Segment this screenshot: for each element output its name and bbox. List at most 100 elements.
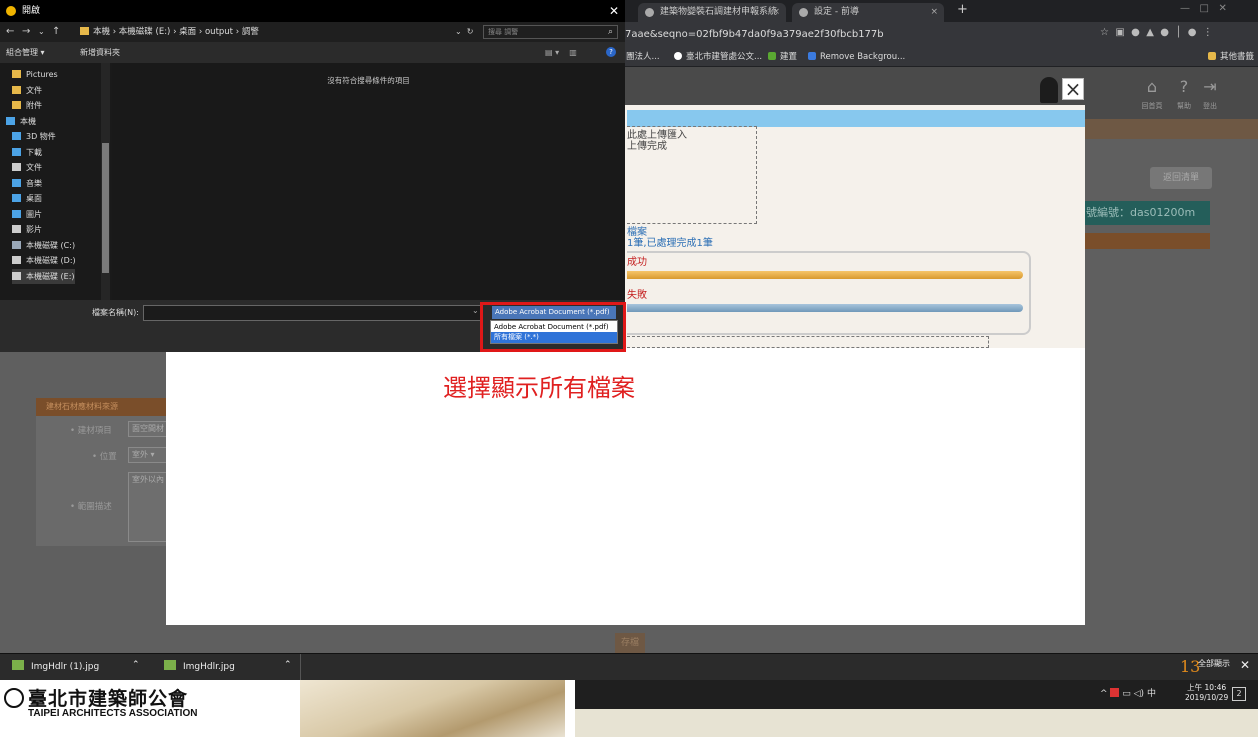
- bookmark-icon: [808, 52, 816, 60]
- tree-item[interactable]: 本機磁碟 (E:): [12, 268, 75, 284]
- bookmark-item[interactable]: 臺北市建管處公文...: [674, 50, 762, 64]
- organize-menu[interactable]: 組合管理 ▾: [6, 42, 45, 63]
- file-list[interactable]: 沒有符合搜尋條件的項目: [112, 63, 625, 300]
- download-menu-icon[interactable]: ⌃: [132, 660, 140, 670]
- logout-label: 登出: [1203, 102, 1217, 110]
- folder-icon: [12, 178, 21, 187]
- tree-scrollbar[interactable]: [101, 63, 110, 300]
- clock[interactable]: 上午 10:46 2019/10/29: [1185, 683, 1228, 703]
- item-input[interactable]: 面空間材: [128, 421, 168, 437]
- view-toggle-icon[interactable]: ▤ ▾ ▥: [545, 42, 587, 63]
- filename-label: 檔案名稱(N):: [92, 308, 139, 317]
- bookmark-item[interactable]: 建置: [768, 50, 797, 64]
- save-button[interactable]: 存檔: [615, 633, 645, 653]
- filename-input[interactable]: [143, 305, 483, 321]
- tab-close-icon[interactable]: ×: [930, 3, 938, 22]
- upload-done-text: 上傳完成: [627, 141, 667, 152]
- path-dropdown-icon[interactable]: ⌄ ↻: [455, 22, 474, 42]
- tree-item[interactable]: 文件: [12, 160, 42, 175]
- tree-item[interactable]: 圖片: [12, 207, 42, 222]
- back-to-list-button[interactable]: 返回清單: [1150, 167, 1212, 189]
- org-name-chinese: 臺北市建築師公會: [28, 688, 189, 710]
- form-area: • 建材項目 面空間材 • 位置 室外 ▾ 室外以內 • 範圍描述: [36, 416, 168, 546]
- modal-close-button[interactable]: ×: [1062, 78, 1084, 100]
- new-folder-button[interactable]: 新增資料夾: [80, 42, 120, 63]
- downloads-bar: ImgHdlr (1).jpg ⌃ ImgHdlr.jpg ⌃ 13 全部顯示 …: [0, 653, 1258, 681]
- tree-item[interactable]: 影片: [12, 222, 42, 237]
- field-label-range: • 範圍描述: [70, 502, 112, 512]
- window-controls[interactable]: — □ ✕: [1180, 3, 1227, 14]
- notification-icon[interactable]: 2: [1232, 687, 1246, 701]
- tab-close-icon[interactable]: ×: [772, 3, 780, 22]
- dialog-address-bar: ← → ⌄ ↑ 本機 › 本機磁碟 (E:) › 桌面 › output › 調…: [0, 22, 625, 42]
- tree-item[interactable]: 本機磁碟 (D:): [12, 253, 76, 268]
- file-list-box: [627, 336, 989, 348]
- folder-icon: [12, 225, 21, 233]
- dialog-search-input[interactable]: 搜尋 調警: [483, 25, 618, 39]
- close-icon[interactable]: ✕: [1240, 658, 1250, 672]
- folder-icon: [12, 147, 21, 156]
- tree-item[interactable]: Pictures: [12, 67, 58, 82]
- tree-item[interactable]: 3D 物件: [12, 129, 56, 144]
- home-icon[interactable]: ⌂: [1140, 77, 1164, 96]
- tree-item[interactable]: 桌面: [12, 191, 42, 206]
- tree-item[interactable]: 下載: [12, 145, 42, 160]
- drop-zone-hint: 此處上傳匯入: [627, 130, 687, 141]
- org-name-english: TAIPEI ARCHITECTS ASSOCIATION: [28, 708, 198, 719]
- bookmark-item[interactable]: Remove Backgrou...: [808, 50, 905, 64]
- tab-building-materials[interactable]: 建築物變裝石調建材申報系統 ×: [638, 3, 786, 22]
- fail-progress-bar: [627, 304, 1023, 312]
- chevron-down-icon[interactable]: ⌄: [472, 306, 479, 315]
- folder-icon: [12, 240, 21, 249]
- range-textarea[interactable]: 室外以內: [128, 472, 168, 542]
- tab-settings[interactable]: 設定 - 前導 ×: [792, 3, 944, 22]
- divider: [300, 654, 301, 681]
- logout-icon[interactable]: ⇥: [1198, 77, 1222, 96]
- browser-extension-icons[interactable]: ☆ ▣ ● ▲ ● │ ● ⋮: [1100, 27, 1213, 38]
- footer-banner: 臺北市建築師公會 TAIPEI ARCHITECTS ASSOCIATION: [0, 680, 575, 737]
- breadcrumb[interactable]: 本機 › 本機磁碟 (E:) › 桌面 › output › 調警: [80, 22, 259, 42]
- home-label: 回首頁: [1141, 102, 1163, 110]
- folder-icon: [12, 194, 21, 202]
- folder-icon: [12, 163, 21, 171]
- history-chevron-icon[interactable]: ⌄: [38, 22, 45, 42]
- open-file-dialog: 開啟 ✕ ← → ⌄ ↑ 本機 › 本機磁碟 (E:) › 桌面 › outpu…: [0, 0, 625, 352]
- forward-arrow-icon[interactable]: →: [22, 22, 30, 42]
- tree-item[interactable]: 本機磁碟 (C:): [12, 238, 75, 253]
- bookmark-icon: [768, 52, 776, 60]
- tree-item[interactable]: 附件: [12, 98, 42, 113]
- tree-item[interactable]: 本機: [6, 114, 36, 129]
- folder-icon: [12, 132, 21, 140]
- screen: 建築物變裝石調建材申報系統 × 設定 - 前導 × + — □ ✕ 7aae&s…: [0, 0, 1258, 737]
- dialog-close-button[interactable]: ✕: [609, 0, 619, 22]
- help-icon[interactable]: ?: [606, 47, 616, 57]
- section-header: [1082, 233, 1210, 249]
- show-all-button[interactable]: 全部顯示: [1198, 658, 1230, 669]
- files-status: 1筆,已處理完成1筆: [627, 238, 713, 249]
- system-tray[interactable]: ^ ▭ ◁) 中: [1100, 686, 1156, 699]
- back-arrow-icon[interactable]: ←: [6, 22, 14, 42]
- search-icon: ⌕: [608, 27, 614, 37]
- help-icon[interactable]: ?: [1172, 77, 1196, 96]
- download-menu-icon[interactable]: ⌃: [284, 660, 292, 670]
- user-avatar-icon[interactable]: [1040, 77, 1058, 103]
- folder-icon: [6, 116, 15, 125]
- other-bookmarks[interactable]: 其他書籤: [1208, 50, 1254, 64]
- field-label-position: • 位置: [92, 452, 117, 462]
- folder-icon: [12, 85, 21, 94]
- position-select[interactable]: 室外 ▾: [128, 447, 168, 463]
- instruction-annotation: 選擇顯示所有檔案: [443, 374, 635, 402]
- download-item[interactable]: ImgHdlr (1).jpg: [12, 660, 99, 672]
- new-tab-button[interactable]: +: [957, 2, 968, 17]
- tree-item[interactable]: 文件: [12, 83, 42, 98]
- url-text[interactable]: 7aae&seqno=02fbf9b47da0f9a379ae2f30fbcb1…: [625, 26, 884, 43]
- folder-icon: [80, 27, 89, 35]
- image-file-icon: [12, 660, 24, 670]
- up-arrow-icon[interactable]: ↑: [52, 22, 60, 42]
- tree-item[interactable]: 音樂: [12, 176, 42, 191]
- globe-icon: [674, 52, 682, 60]
- fail-label: 失敗: [627, 290, 647, 301]
- bookmark-item[interactable]: 團法人...: [626, 50, 660, 64]
- scroll-thumb[interactable]: [102, 143, 109, 273]
- download-item[interactable]: ImgHdlr.jpg: [164, 660, 235, 672]
